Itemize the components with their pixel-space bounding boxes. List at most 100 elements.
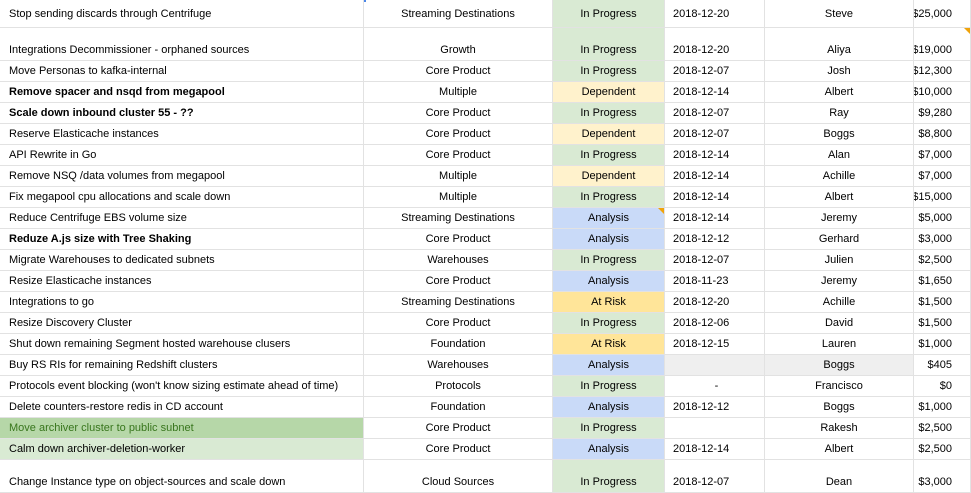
date-cell[interactable]: 2018-12-14 xyxy=(665,208,765,229)
date-cell[interactable]: 2018-12-07 xyxy=(665,460,765,493)
owner-cell[interactable]: David xyxy=(765,313,914,334)
owner-cell[interactable]: Dean xyxy=(765,460,914,493)
task-cell[interactable]: Scale down inbound cluster 55 - ?? xyxy=(0,103,364,124)
cost-cell[interactable]: $1,000 xyxy=(914,334,971,355)
task-cell[interactable]: Integrations to go xyxy=(0,292,364,313)
task-cell[interactable]: Migrate Warehouses to dedicated subnets xyxy=(0,250,364,271)
team-cell[interactable]: Foundation xyxy=(364,334,553,355)
status-cell[interactable]: In Progress xyxy=(553,460,665,493)
task-cell[interactable]: Resize Elasticache instances xyxy=(0,271,364,292)
task-cell[interactable]: Protocols event blocking (won't know siz… xyxy=(0,376,364,397)
date-cell[interactable]: 2018-12-20 xyxy=(665,28,765,61)
owner-cell[interactable]: Aliya xyxy=(765,28,914,61)
team-cell[interactable]: Multiple xyxy=(364,187,553,208)
team-cell[interactable]: Core Product xyxy=(364,61,553,82)
task-cell[interactable]: Change Instance type on object-sources a… xyxy=(0,460,364,493)
owner-cell[interactable]: Albert xyxy=(765,187,914,208)
task-cell[interactable]: Reduze A.js size with Tree Shaking xyxy=(0,229,364,250)
owner-cell[interactable]: Josh xyxy=(765,61,914,82)
status-cell[interactable]: Dependent xyxy=(553,82,665,103)
owner-cell[interactable]: Boggs xyxy=(765,355,914,376)
owner-cell[interactable]: Boggs xyxy=(765,397,914,418)
cost-cell[interactable]: $5,000 xyxy=(914,208,971,229)
team-cell[interactable]: Cloud Sources xyxy=(364,460,553,493)
cost-cell[interactable]: $12,300 xyxy=(914,61,971,82)
team-cell[interactable]: Core Product xyxy=(364,271,553,292)
task-cell[interactable]: Fix megapool cpu allocations and scale d… xyxy=(0,187,364,208)
team-cell[interactable]: Warehouses xyxy=(364,355,553,376)
status-cell[interactable]: In Progress xyxy=(553,145,665,166)
team-cell[interactable]: Protocols xyxy=(364,376,553,397)
team-cell[interactable]: Growth xyxy=(364,28,553,61)
date-cell[interactable]: - xyxy=(665,376,765,397)
owner-cell[interactable]: Steve xyxy=(765,0,914,28)
task-cell[interactable]: Resize Discovery Cluster xyxy=(0,313,364,334)
date-cell[interactable]: 2018-12-07 xyxy=(665,124,765,145)
cost-cell[interactable]: $15,000 xyxy=(914,187,971,208)
owner-cell[interactable]: Francisco xyxy=(765,376,914,397)
date-cell[interactable]: 2018-12-14 xyxy=(665,82,765,103)
team-cell[interactable]: Foundation xyxy=(364,397,553,418)
cost-cell[interactable]: $7,000 xyxy=(914,145,971,166)
owner-cell[interactable]: Achille xyxy=(765,166,914,187)
status-cell[interactable]: In Progress xyxy=(553,28,665,61)
team-cell[interactable]: Streaming Destinations xyxy=(364,208,553,229)
cost-cell[interactable]: $405 xyxy=(914,355,971,376)
cost-cell[interactable]: $1,650 xyxy=(914,271,971,292)
cost-cell[interactable]: $2,500 xyxy=(914,418,971,439)
team-cell[interactable]: Core Product xyxy=(364,145,553,166)
date-cell[interactable]: 2018-12-12 xyxy=(665,229,765,250)
cost-cell[interactable]: $10,000 xyxy=(914,82,971,103)
team-cell[interactable]: Core Product xyxy=(364,124,553,145)
task-cell[interactable]: Move archiver cluster to public subnet xyxy=(0,418,364,439)
date-cell[interactable]: 2018-12-14 xyxy=(665,187,765,208)
status-cell[interactable]: At Risk xyxy=(553,334,665,355)
date-cell[interactable]: 2018-11-23 xyxy=(665,271,765,292)
task-cell[interactable]: Move Personas to kafka-internal xyxy=(0,61,364,82)
task-cell[interactable]: API Rewrite in Go xyxy=(0,145,364,166)
status-cell[interactable]: Dependent xyxy=(553,124,665,145)
date-cell[interactable] xyxy=(665,355,765,376)
owner-cell[interactable]: Albert xyxy=(765,82,914,103)
owner-cell[interactable]: Rakesh xyxy=(765,418,914,439)
owner-cell[interactable]: Alan xyxy=(765,145,914,166)
owner-cell[interactable]: Jeremy xyxy=(765,271,914,292)
status-cell[interactable]: Dependent xyxy=(553,166,665,187)
status-cell[interactable]: At Risk xyxy=(553,292,665,313)
team-cell[interactable]: Multiple xyxy=(364,166,553,187)
owner-cell[interactable]: Ray xyxy=(765,103,914,124)
task-cell[interactable]: Buy RS RIs for remaining Redshift cluste… xyxy=(0,355,364,376)
date-cell[interactable]: 2018-12-12 xyxy=(665,397,765,418)
cost-cell[interactable]: $9,280 xyxy=(914,103,971,124)
cost-cell[interactable]: $8,800 xyxy=(914,124,971,145)
cost-cell[interactable]: $0 xyxy=(914,376,971,397)
date-cell[interactable]: 2018-12-07 xyxy=(665,103,765,124)
team-cell[interactable]: Core Product xyxy=(364,103,553,124)
cost-cell[interactable]: $1,500 xyxy=(914,313,971,334)
cost-cell[interactable]: $1,500 xyxy=(914,292,971,313)
date-cell[interactable]: 2018-12-06 xyxy=(665,313,765,334)
task-cell[interactable]: Stop sending discards through Centrifuge xyxy=(0,0,364,28)
status-cell[interactable]: In Progress xyxy=(553,250,665,271)
status-cell[interactable]: In Progress xyxy=(553,187,665,208)
task-cell[interactable]: Integrations Decommissioner - orphaned s… xyxy=(0,28,364,61)
date-cell[interactable]: 2018-12-07 xyxy=(665,250,765,271)
status-cell[interactable]: Analysis xyxy=(553,439,665,460)
status-cell[interactable]: In Progress xyxy=(553,376,665,397)
task-cell[interactable]: Remove NSQ /data volumes from megapool xyxy=(0,166,364,187)
status-cell[interactable]: In Progress xyxy=(553,0,665,28)
owner-cell[interactable]: Jeremy xyxy=(765,208,914,229)
date-cell[interactable]: 2018-12-15 xyxy=(665,334,765,355)
team-cell[interactable]: Warehouses xyxy=(364,250,553,271)
cost-cell[interactable]: $3,000 xyxy=(914,229,971,250)
team-cell[interactable]: Core Product xyxy=(364,418,553,439)
cost-cell[interactable]: $25,000 xyxy=(914,0,971,28)
team-cell[interactable]: Core Product xyxy=(364,439,553,460)
task-cell[interactable]: Reserve Elasticache instances xyxy=(0,124,364,145)
status-cell[interactable]: In Progress xyxy=(553,418,665,439)
date-cell[interactable]: 2018-12-14 xyxy=(665,166,765,187)
team-cell[interactable]: Streaming Destinations xyxy=(364,0,553,28)
owner-cell[interactable]: Julien xyxy=(765,250,914,271)
date-cell[interactable]: 2018-12-14 xyxy=(665,439,765,460)
cost-cell[interactable]: $2,500 xyxy=(914,439,971,460)
